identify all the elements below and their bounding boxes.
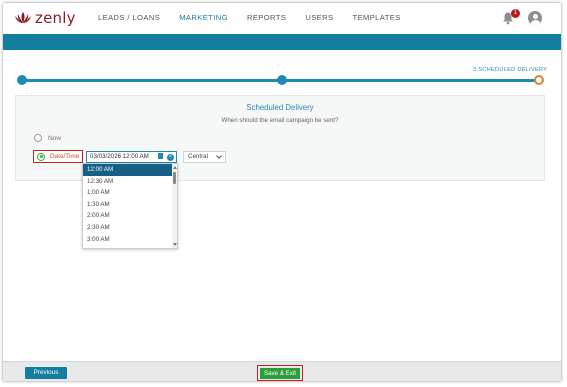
option-now[interactable]: Now (34, 134, 61, 142)
current-step-label: 3.SCHEDULED DELIVERY (473, 67, 548, 73)
time-option[interactable]: 12:00 AM (83, 164, 177, 176)
nav-item-reports[interactable]: REPORTS (247, 13, 286, 22)
scroll-down-arrow-icon[interactable] (172, 243, 177, 246)
datetime-input[interactable]: 03/03/2026 12:00 AM (86, 151, 177, 163)
nav-item-templates[interactable]: TEMPLATES (352, 13, 400, 22)
time-option[interactable]: 1:00 AM (83, 187, 177, 199)
save-exit-button[interactable]: Save & Exit (260, 368, 300, 379)
timezone-select[interactable]: Central (183, 151, 226, 163)
radio-datetime[interactable] (37, 152, 45, 161)
nav-item-marketing[interactable]: MARKETING (179, 13, 228, 22)
option-now-label: Now (48, 134, 62, 142)
previous-button[interactable]: Previous (25, 367, 67, 379)
scrollbar-thumb[interactable] (173, 172, 176, 184)
nav-item-leads-loans[interactable]: LEADS / LOANS (98, 13, 160, 22)
top-navigation-bar: zenly LEADS / LOANS MARKETING REPORTS US… (3, 3, 561, 34)
lotus-logo-icon (15, 12, 31, 23)
radio-now[interactable] (34, 134, 42, 142)
step-1-dot[interactable] (17, 75, 27, 85)
time-option[interactable]: 2:00 AM (83, 210, 177, 222)
panel-question: When should the email campaign be sent? (221, 117, 339, 124)
scroll-up-arrow-icon[interactable] (172, 166, 177, 169)
option-datetime-label: Date/Time (50, 153, 80, 160)
user-avatar-icon[interactable] (528, 11, 542, 25)
time-option[interactable]: 2:30 AM (83, 222, 177, 234)
step-3-dot[interactable] (534, 75, 544, 85)
main-nav: LEADS / LOANS MARKETING REPORTS USERS TE… (98, 13, 420, 22)
notification-badge: 1 (511, 9, 520, 18)
timezone-value: Central (188, 153, 208, 160)
time-option[interactable]: 1:30 AM (83, 199, 177, 211)
chevron-down-icon (216, 153, 222, 159)
clear-icon[interactable]: × (167, 153, 174, 161)
time-option[interactable]: 3:00 AM (83, 234, 177, 246)
option-datetime[interactable]: Date/Time (33, 150, 83, 163)
time-option[interactable]: 12:30 AM (83, 176, 177, 188)
nav-item-users[interactable]: USERS (305, 13, 333, 22)
calendar-icon[interactable] (158, 153, 163, 159)
time-dropdown-list[interactable]: 12:00 AM 12:30 AM 1:00 AM 1:30 AM 2:00 A… (82, 163, 178, 249)
app-window: zenly LEADS / LOANS MARKETING REPORTS US… (3, 3, 561, 381)
step-2-dot[interactable] (277, 75, 287, 85)
header-banner (3, 34, 561, 50)
logo[interactable]: zenly (14, 9, 76, 27)
dropdown-scrollbar[interactable] (172, 164, 177, 248)
logo-text: zenly (35, 9, 76, 27)
panel-title: Scheduled Delivery (246, 103, 314, 112)
